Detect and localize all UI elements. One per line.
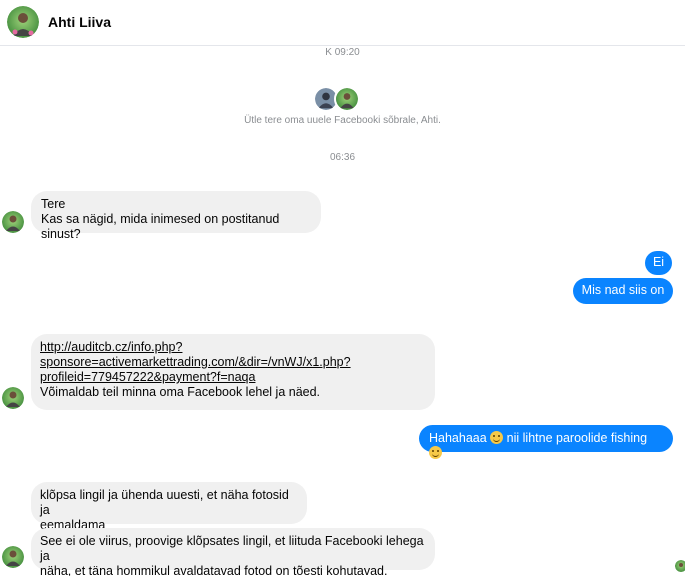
sender-avatar-icon[interactable] (2, 387, 24, 409)
smile-emoji-icon (490, 431, 504, 444)
user-avatar-icon[interactable] (7, 6, 39, 38)
message-link[interactable]: http://auditcb.cz/info.php? (40, 340, 182, 354)
message-bubble[interactable]: http://auditcb.cz/info.php? sponsore=act… (31, 334, 435, 410)
message-link[interactable]: sponsore=activemarkettrading.com/&dir=/v… (40, 355, 351, 369)
message-text: klõpsa lingil ja ühenda uuesti, et näha … (40, 488, 289, 517)
friend-avatar-icon (334, 86, 360, 112)
message-bubble-outgoing[interactable]: Ei (645, 251, 672, 275)
message-bubble[interactable]: klõpsa lingil ja ühenda uuesti, et näha … (31, 482, 307, 532)
message-text: Mis nad siis on (581, 283, 665, 297)
intro-avatars (313, 86, 363, 112)
message-link[interactable]: profileid=779457222&payment?f=naqa (40, 370, 255, 384)
sender-avatar-icon[interactable] (2, 211, 24, 233)
message-text: See ei ole viirus, proovige klõpsates li… (40, 534, 424, 563)
message-text: nii lihtne paroolide fishing (506, 431, 648, 445)
intro-text: Ütle tere oma uuele Facebooki sõbrale, A… (244, 115, 441, 126)
sender-avatar-icon[interactable] (2, 546, 24, 568)
message-bubble-outgoing[interactable]: Mis nad siis on (573, 278, 673, 304)
message-bubble[interactable]: Tere Kas sa nägid, mida inimesed on post… (31, 191, 321, 241)
message-bubble[interactable]: See ei ole viirus, proovige klõpsates li… (31, 528, 435, 576)
contact-name[interactable]: Ahti Liiva (48, 14, 111, 30)
message-text: Hahahaaa (429, 431, 487, 445)
timestamp: K 09:20 (325, 47, 360, 58)
message-text: näha, et täna hommikul avaldatavad fotod… (40, 564, 388, 576)
timestamp: 06:36 (329, 152, 356, 163)
message-text: Tere (41, 197, 66, 211)
message-text: Kas sa nägid, mida inimesed on postitanu… (41, 212, 280, 241)
message-text: Ei (652, 255, 665, 269)
chat-header: Ahti Liiva (0, 0, 685, 46)
message-bubble-outgoing[interactable]: Hahahaaa nii lihtne paroolide fishing (419, 425, 673, 459)
seen-indicator-icon (675, 560, 685, 572)
smile-emoji-icon (429, 446, 442, 459)
message-text: Võimaldab teil minna oma Facebook lehel … (40, 385, 321, 399)
